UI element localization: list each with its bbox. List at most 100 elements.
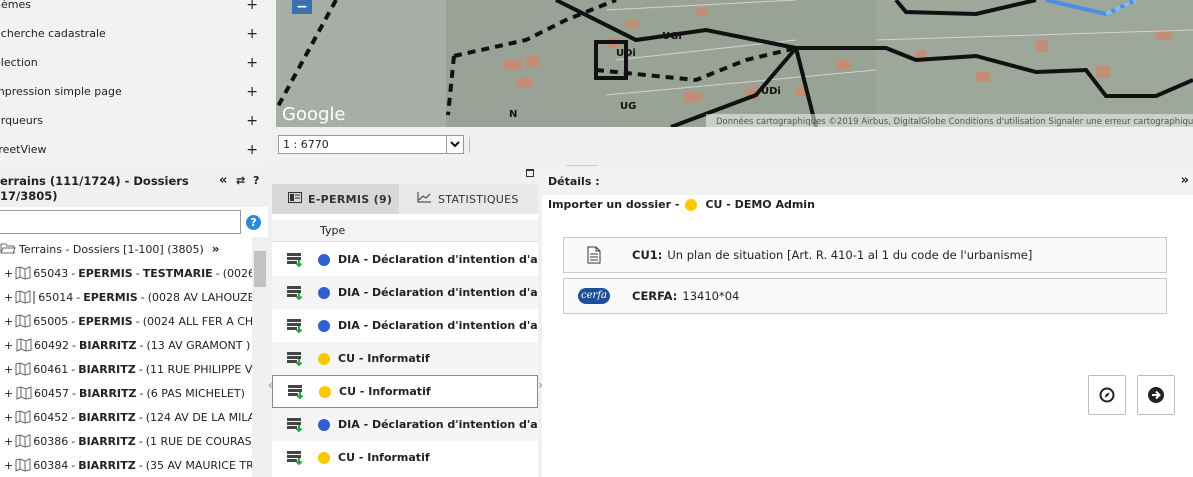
expand-icon[interactable]: +	[246, 113, 258, 129]
expand-icon[interactable]: +	[246, 0, 258, 13]
expand-icon[interactable]: +	[4, 267, 13, 280]
column-header-type[interactable]: Type	[320, 224, 345, 237]
scale-select[interactable]: 1 : 6770	[278, 135, 464, 154]
import-line: Importer un dossier - CU - DEMO Admin	[548, 198, 815, 211]
swap-icon[interactable]: ⇄	[236, 173, 245, 188]
status-dot	[318, 253, 330, 266]
tree-root[interactable]: Terrains - Dossiers [1-100] (3805) »	[0, 237, 252, 261]
expand-icon[interactable]: +	[246, 55, 258, 71]
import-dossier-icon[interactable]	[286, 252, 304, 268]
tab-epermis[interactable]: E-PERMIS (9)	[272, 184, 399, 214]
tree-row[interactable]: +65014- EPERMIS - (0028 AV LAHOUZE)	[0, 285, 252, 309]
tree-row[interactable]: +65005-EPERMIS-(0024 ALL FER A CHEVA	[0, 309, 252, 333]
menu-item-selection[interactable]: élection +	[0, 48, 268, 77]
import-dossier-icon[interactable]	[286, 351, 304, 367]
expand-icon[interactable]: +	[246, 142, 258, 158]
menu-item-themes[interactable]: hèmes +	[0, 0, 268, 19]
import-dossier-icon[interactable]	[286, 285, 304, 301]
terrain-id: 60457	[34, 386, 69, 400]
collapse-right-icon[interactable]: »	[1181, 173, 1189, 188]
expand-icon[interactable]: +	[4, 291, 13, 304]
panel-topbar	[272, 167, 538, 184]
terrain-commune: BIARRITZ	[78, 410, 136, 424]
help-circle-icon[interactable]: ?	[246, 215, 261, 230]
epermis-panel: E-PERMIS (9) STATISTIQUES Type DIA - Déc…	[272, 167, 538, 477]
compass-button[interactable]	[1088, 375, 1126, 415]
import-dossier-icon[interactable]	[286, 318, 304, 334]
divider	[469, 137, 470, 153]
expand-icon[interactable]: +	[4, 315, 13, 328]
tree-row[interactable]: +60386-BIARRITZ-(1 RUE DE COURASSON	[0, 429, 252, 453]
resize-handle[interactable]	[566, 160, 598, 166]
map-view[interactable]: UGi UDi UDi UG N Google Données cartogra…	[276, 0, 1193, 127]
zone-label: UDi	[616, 48, 636, 59]
left-accordion-menu: hèmes + echerche cadastrale + élection + mp…	[0, 0, 268, 163]
dossier-row[interactable]: CU - Informatif	[272, 342, 538, 375]
arrow-right-circle-icon	[1148, 387, 1164, 403]
menu-item-marqueurs[interactable]: arqueurs +	[0, 106, 268, 135]
expand-icon[interactable]: +	[4, 435, 13, 448]
terrain-id: 65005	[33, 314, 69, 328]
tree-row[interactable]: +60452-BIARRITZ-(124 AV DE LA MILADY)	[0, 405, 252, 429]
map-icon	[15, 314, 31, 328]
terrain-id: 60492	[34, 338, 69, 352]
map-attribution: Données cartographiques ©2019 Airbus, Di…	[716, 116, 1193, 127]
menu-item-recherche-cadastrale[interactable]: echerche cadastrale +	[0, 19, 268, 48]
dossier-row[interactable]: CU - Informatif	[272, 375, 538, 408]
scale-bar: 1 : 6770	[276, 127, 1193, 163]
next-button[interactable]	[1137, 375, 1175, 415]
import-dossier-icon[interactable]	[287, 384, 305, 400]
chevron-down-icon[interactable]	[446, 136, 463, 153]
menu-item-label: treetView	[0, 143, 47, 156]
expand-icon[interactable]: +	[4, 411, 13, 424]
document-card-cu1[interactable]: CU1: Un plan de situation [Art. R. 410-1…	[563, 237, 1167, 273]
import-dossier-icon[interactable]	[286, 417, 304, 433]
terrain-commune: BIARRITZ	[78, 362, 136, 376]
zoom-out-button[interactable]: −	[292, 0, 312, 15]
card-value: Un plan de situation [Art. R. 410-1 al 1…	[667, 248, 1033, 262]
collapse-left-handle[interactable]: ‹	[268, 378, 273, 392]
import-dossier-icon[interactable]	[286, 450, 304, 466]
terrain-commune: BIARRITZ	[78, 338, 137, 352]
tab-statistiques[interactable]: STATISTIQUES	[399, 184, 538, 214]
expand-icon[interactable]: +	[246, 26, 258, 42]
tree-scrollbar[interactable]	[252, 237, 268, 477]
next-page-icon[interactable]: »	[212, 242, 220, 256]
dossier-row[interactable]: DIA - Déclaration d'intention d'ali...	[272, 276, 538, 309]
terrains-search-input[interactable]	[0, 210, 241, 234]
expand-icon[interactable]: +	[246, 84, 258, 100]
tree-row[interactable]: +60384-BIARRITZ-(35 AV MAURICE TRUBE	[0, 453, 252, 477]
dossier-row[interactable]: DIA - Déclaration d'intention d'ali...	[272, 408, 538, 441]
map-icon	[15, 362, 31, 376]
maximize-icon[interactable]	[526, 169, 534, 177]
tree-row[interactable]: +60461-BIARRITZ-(11 RUE PHILIPPE VEYRI	[0, 357, 252, 381]
satellite-map: UGi UDi UDi UG N Google Données cartogra…	[276, 0, 1193, 127]
document-card-cerfa[interactable]: cerfa CERFA: 13410*04	[563, 278, 1167, 314]
tab-bar: E-PERMIS (9) STATISTIQUES	[272, 184, 538, 214]
map-icon	[15, 410, 31, 424]
menu-item-impression[interactable]: mpression simple page +	[0, 77, 268, 106]
help-icon[interactable]: ?	[253, 173, 259, 188]
menu-item-label: hèmes	[0, 0, 31, 11]
tree-row[interactable]: +60457- BIARRITZ - (6 PAS MICHELET)	[0, 381, 252, 405]
dossier-row[interactable]: DIA - Déclaration d'intention d'ali...	[272, 309, 538, 342]
map-icon	[15, 266, 31, 280]
terrain-address: (0026 RUE C	[222, 266, 252, 280]
scrollbar-thumb[interactable]	[254, 251, 266, 287]
terrain-id: 65014	[38, 290, 74, 304]
expand-icon[interactable]: +	[4, 339, 14, 352]
menu-item-streetview[interactable]: treetView +	[0, 135, 268, 164]
dossier-row[interactable]: DIA - Déclaration d'intention d'ali...	[272, 243, 538, 276]
terrain-commune: BIARRITZ	[78, 458, 136, 472]
card-key: CU1:	[632, 248, 663, 262]
expand-icon[interactable]: +	[4, 387, 14, 400]
expand-icon[interactable]: +	[4, 459, 13, 472]
collapse-left-icon[interactable]: «	[219, 173, 227, 188]
dossier-row[interactable]: CU - Informatif	[272, 441, 538, 474]
status-dot	[318, 451, 330, 464]
table-header: Type	[272, 220, 538, 242]
expand-icon[interactable]: +	[4, 363, 13, 376]
tree-row[interactable]: +65043-EPERMIS-TESTMARIE-(0026 RUE C	[0, 261, 252, 285]
terrain-address: (6 PAS MICHELET)	[146, 386, 245, 400]
tree-row[interactable]: +60492- BIARRITZ - (13 AV GRAMONT )	[0, 333, 252, 357]
